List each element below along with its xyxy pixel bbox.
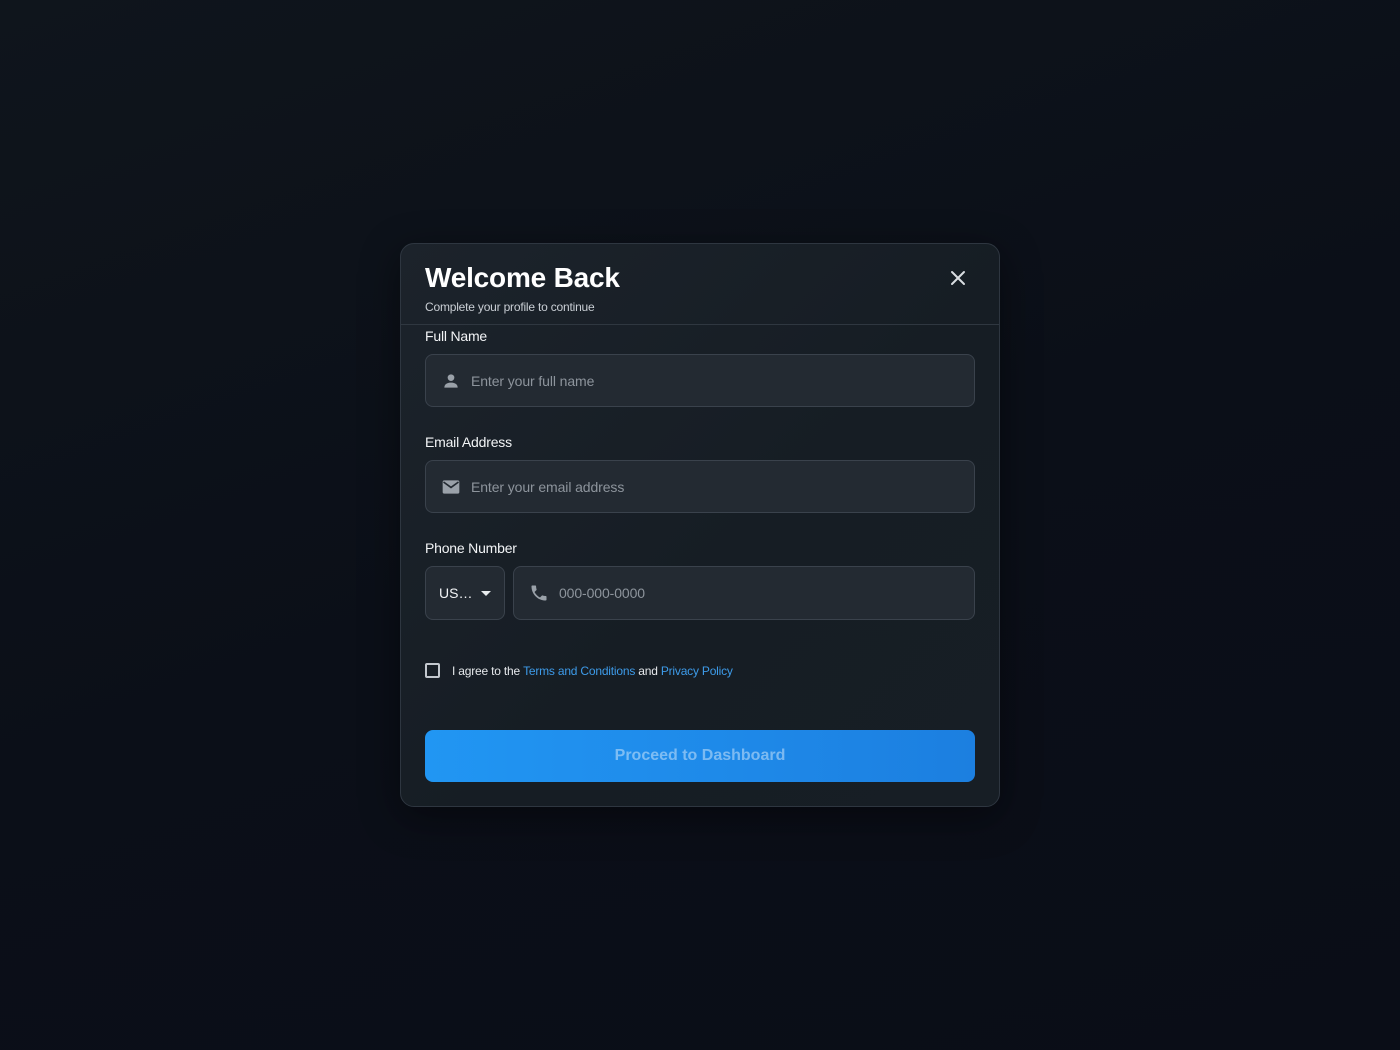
person-icon bbox=[441, 371, 461, 391]
modal-title: Welcome Back bbox=[425, 262, 620, 293]
email-input[interactable] bbox=[471, 461, 974, 512]
terms-conjunction: and bbox=[635, 663, 661, 678]
full-name-label: Full Name bbox=[425, 328, 487, 344]
modal-subtitle: Complete your profile to continue bbox=[425, 300, 595, 314]
phone-field[interactable] bbox=[513, 566, 975, 620]
phone-input[interactable] bbox=[559, 567, 974, 619]
terms-link[interactable]: Terms and Conditions bbox=[523, 664, 635, 678]
close-icon bbox=[951, 271, 965, 285]
phone-label: Phone Number bbox=[425, 540, 517, 556]
profile-modal: Welcome Back Complete your profile to co… bbox=[400, 243, 1000, 807]
full-name-input[interactable] bbox=[471, 355, 974, 406]
email-field[interactable] bbox=[425, 460, 975, 513]
close-button[interactable] bbox=[942, 262, 974, 294]
terms-row: I agree to the Terms and Conditions and … bbox=[425, 663, 733, 678]
modal-header: Welcome Back Complete your profile to co… bbox=[401, 244, 999, 325]
terms-prefix: I agree to the bbox=[452, 663, 524, 678]
privacy-link[interactable]: Privacy Policy bbox=[661, 664, 733, 678]
country-code-value: US… bbox=[439, 585, 473, 601]
email-label: Email Address bbox=[425, 434, 512, 450]
full-name-field[interactable] bbox=[425, 354, 975, 407]
phone-icon bbox=[529, 583, 549, 603]
terms-checkbox[interactable] bbox=[425, 663, 440, 678]
country-code-select[interactable]: US… bbox=[425, 566, 505, 620]
proceed-button[interactable]: Proceed to Dashboard bbox=[425, 730, 975, 782]
chevron-down-icon bbox=[481, 591, 491, 596]
mail-icon bbox=[441, 477, 461, 497]
